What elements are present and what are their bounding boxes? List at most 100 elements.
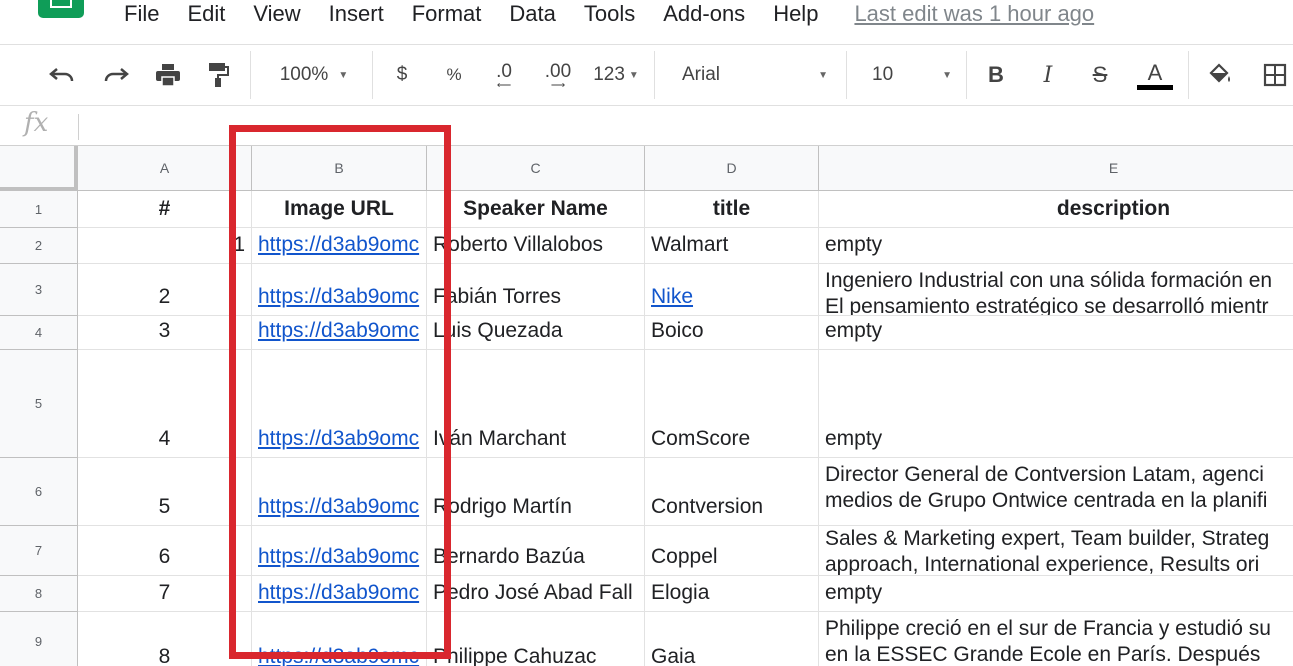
- cell-c5[interactable]: Iván Marchant: [427, 350, 645, 458]
- cell-b3[interactable]: https://d3ab9omc: [252, 264, 427, 316]
- cell-a2[interactable]: 1: [78, 228, 252, 264]
- cell-a9[interactable]: 8: [78, 612, 252, 666]
- description-line-1: Director General de Contversion Latam, a…: [825, 463, 1264, 486]
- cell-a1[interactable]: #: [78, 191, 252, 228]
- cell-a6[interactable]: 5: [78, 458, 252, 526]
- cell-c1[interactable]: Speaker Name: [427, 191, 645, 228]
- last-edit-link[interactable]: Last edit was 1 hour ago: [854, 0, 1094, 28]
- cell-d8[interactable]: Elogia: [645, 576, 819, 612]
- strikethrough-button[interactable]: S: [1084, 57, 1116, 93]
- cell-d1[interactable]: title: [645, 191, 819, 228]
- print-icon[interactable]: [150, 57, 186, 93]
- cell-b6[interactable]: https://d3ab9omc: [252, 458, 427, 526]
- increase-decimal-button[interactable]: .00 ⟶: [536, 57, 580, 93]
- menu-format[interactable]: Format: [412, 0, 482, 28]
- menu-help[interactable]: Help: [773, 0, 818, 28]
- cell-e9[interactable]: Philippe creció en el sur de Francia y e…: [819, 612, 1293, 666]
- cell-c2[interactable]: Roberto Villalobos: [427, 228, 645, 264]
- formula-input[interactable]: [84, 110, 1293, 142]
- select-all-corner[interactable]: [0, 146, 78, 191]
- menu-tools[interactable]: Tools: [584, 0, 635, 28]
- description-line-2: medios de Grupo Ontwice centrada en la p…: [825, 489, 1268, 512]
- currency-label: $: [396, 64, 408, 85]
- more-formats-select[interactable]: 123 ▼: [588, 57, 644, 93]
- decrease-decimal-button[interactable]: .0 ⟵: [484, 57, 524, 93]
- row-header-5[interactable]: 5: [0, 350, 78, 458]
- italic-button[interactable]: I: [1032, 57, 1064, 93]
- toolbar-separator: [372, 51, 373, 99]
- menu-items: File Edit View Insert Format Data Tools …: [124, 0, 1122, 28]
- row-header-3[interactable]: 3: [0, 264, 78, 316]
- row-header-2[interactable]: 2: [0, 228, 78, 264]
- cell-d4[interactable]: Boico: [645, 316, 819, 350]
- cell-c6[interactable]: Rodrigo Martín: [427, 458, 645, 526]
- column-header-c[interactable]: C: [427, 146, 645, 191]
- cell-b5[interactable]: https://d3ab9omc: [252, 350, 427, 458]
- menu-view[interactable]: View: [253, 0, 300, 28]
- menu-insert[interactable]: Insert: [329, 0, 384, 28]
- cell-e3[interactable]: Ingeniero Industrial con una sólida form…: [819, 264, 1293, 316]
- font-size-value: 10: [872, 64, 894, 85]
- row-header-6[interactable]: 6: [0, 458, 78, 526]
- font-family-value: Arial: [682, 64, 721, 85]
- cell-d7[interactable]: Coppel: [645, 526, 819, 576]
- text-color-button[interactable]: A: [1136, 57, 1174, 93]
- zoom-select[interactable]: 100% ▼: [264, 57, 364, 93]
- cell-e2[interactable]: empty: [819, 228, 1293, 264]
- row-header-7[interactable]: 7: [0, 526, 78, 576]
- row-header-8[interactable]: 8: [0, 576, 78, 612]
- cell-e1[interactable]: description: [819, 191, 1293, 228]
- column-header-a[interactable]: A: [78, 146, 252, 191]
- formula-separator: [78, 114, 79, 140]
- percent-format-button[interactable]: %: [438, 57, 470, 93]
- menu-addons[interactable]: Add-ons: [663, 0, 745, 28]
- sheets-logo-icon[interactable]: [38, 0, 84, 18]
- borders-icon[interactable]: [1258, 57, 1292, 93]
- cell-e6[interactable]: Director General de Contversion Latam, a…: [819, 458, 1293, 526]
- cell-e7[interactable]: Sales & Marketing expert, Team builder, …: [819, 526, 1293, 576]
- bold-button[interactable]: B: [980, 57, 1012, 93]
- chevron-down-icon: ▼: [628, 69, 639, 81]
- cell-d6[interactable]: Contversion: [645, 458, 819, 526]
- menu-edit[interactable]: Edit: [187, 0, 225, 28]
- more-formats-label: 123: [593, 64, 625, 85]
- fill-color-icon[interactable]: [1204, 57, 1236, 93]
- cell-c4[interactable]: Luis Quezada: [427, 316, 645, 350]
- column-header-e[interactable]: E: [819, 146, 1293, 191]
- cell-a3[interactable]: 2: [78, 264, 252, 316]
- cell-e5[interactable]: empty: [819, 350, 1293, 458]
- row-header-9[interactable]: 9: [0, 612, 78, 666]
- cell-d2[interactable]: Walmart: [645, 228, 819, 264]
- currency-format-button[interactable]: $: [386, 57, 418, 93]
- redo-icon[interactable]: [98, 57, 134, 93]
- cell-c8[interactable]: Pedro José Abad Fall: [427, 576, 645, 612]
- cell-a4[interactable]: 3: [78, 316, 252, 350]
- cell-b2[interactable]: https://d3ab9omc: [252, 228, 427, 264]
- row-header-1[interactable]: 1: [0, 191, 78, 228]
- cell-d3[interactable]: Nike: [645, 264, 819, 316]
- cell-b1[interactable]: Image URL: [252, 191, 427, 228]
- cell-a8[interactable]: 7: [78, 576, 252, 612]
- cell-b8[interactable]: https://d3ab9omc: [252, 576, 427, 612]
- column-header-d[interactable]: D: [645, 146, 819, 191]
- cell-c7[interactable]: Bernardo Bazúa: [427, 526, 645, 576]
- cell-c9[interactable]: Philippe Cahuzac: [427, 612, 645, 666]
- font-family-select[interactable]: Arial ▼: [668, 57, 828, 93]
- cell-b4[interactable]: https://d3ab9omc: [252, 316, 427, 350]
- cell-e4[interactable]: empty: [819, 316, 1293, 350]
- cell-a7[interactable]: 6: [78, 526, 252, 576]
- cell-e8[interactable]: empty: [819, 576, 1293, 612]
- menu-data[interactable]: Data: [509, 0, 555, 28]
- row-header-4[interactable]: 4: [0, 316, 78, 350]
- cell-d5[interactable]: ComScore: [645, 350, 819, 458]
- column-header-b[interactable]: B: [252, 146, 427, 191]
- cell-a5[interactable]: 4: [78, 350, 252, 458]
- undo-icon[interactable]: [44, 57, 80, 93]
- cell-c3[interactable]: Fabián Torres: [427, 264, 645, 316]
- font-size-select[interactable]: 10 ▼: [860, 57, 952, 93]
- menu-file[interactable]: File: [124, 0, 159, 28]
- cell-b7[interactable]: https://d3ab9omc: [252, 526, 427, 576]
- paint-format-icon[interactable]: [200, 57, 236, 93]
- cell-d9[interactable]: Gaia: [645, 612, 819, 666]
- cell-b9[interactable]: https://d3ab9omc: [252, 612, 427, 666]
